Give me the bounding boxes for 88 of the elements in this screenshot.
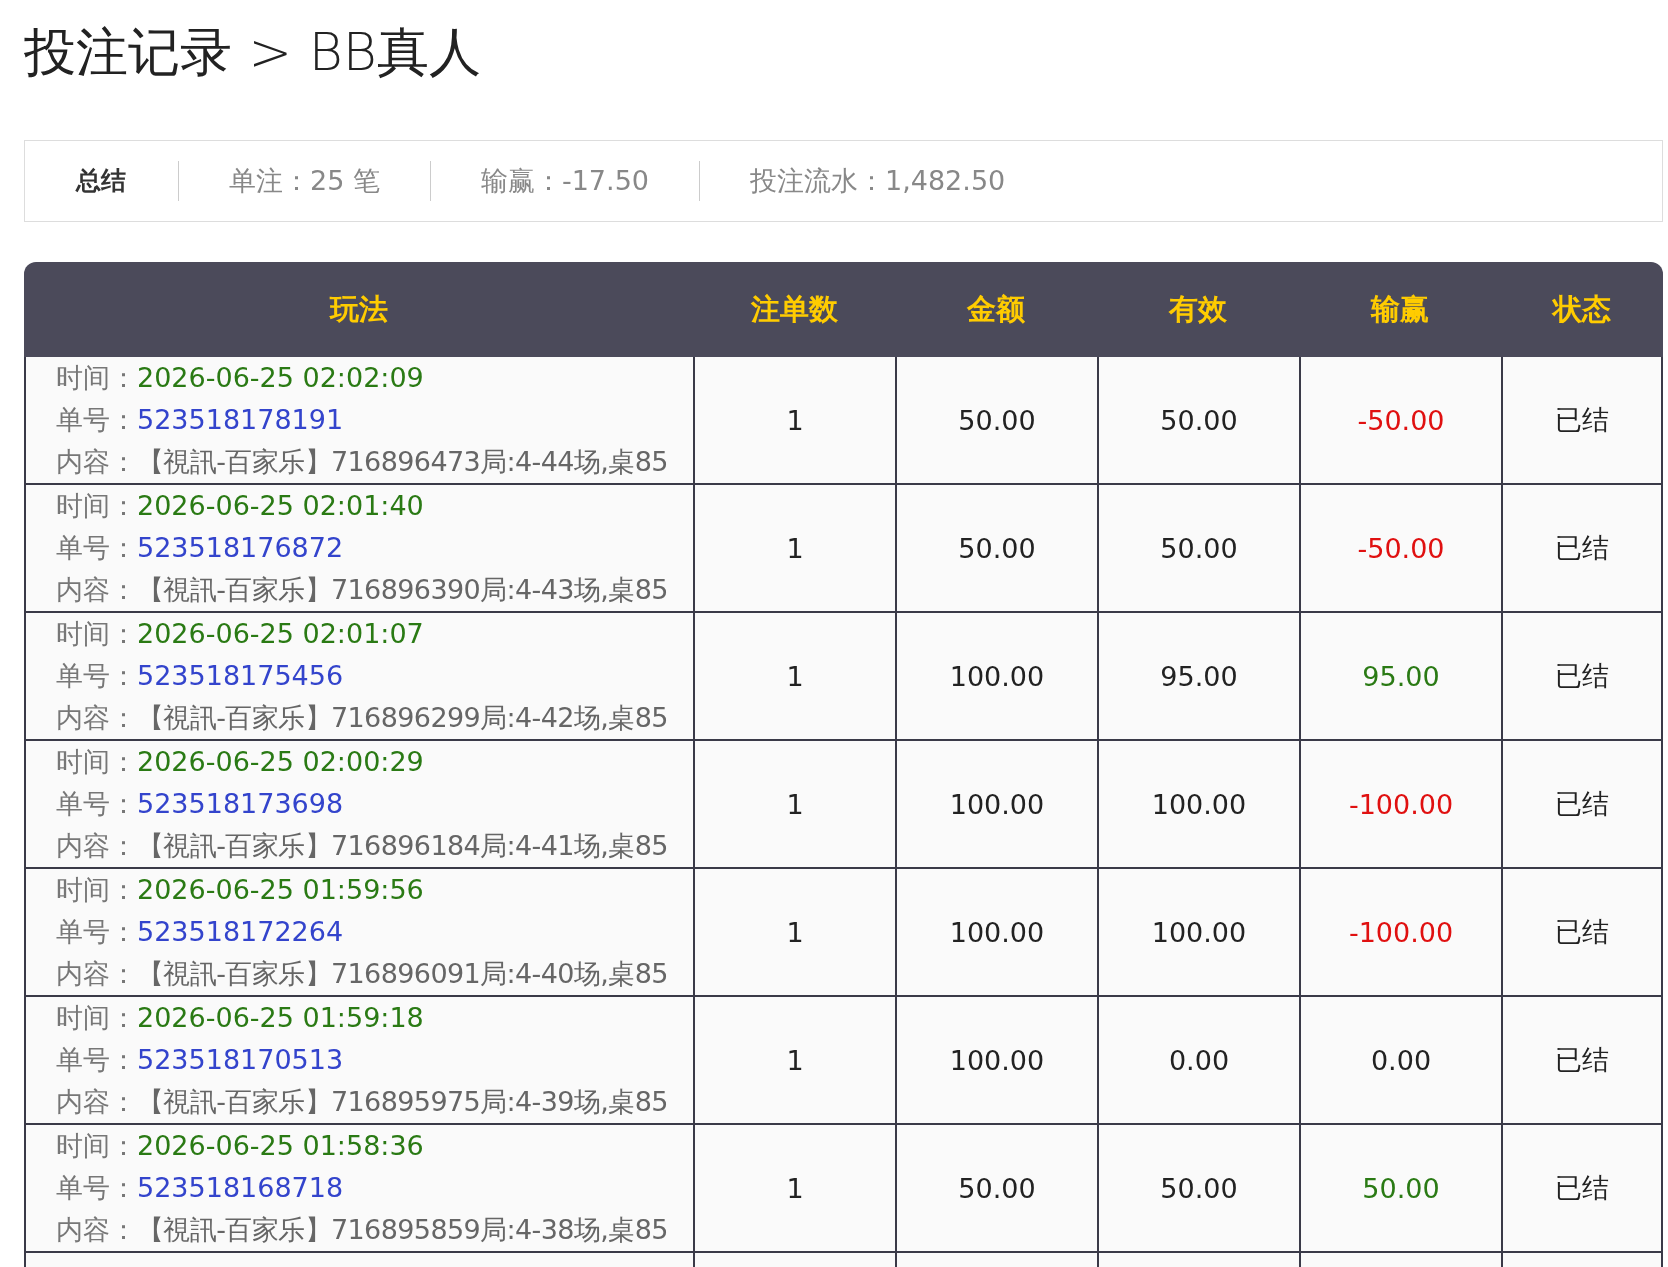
table-cell: 1 (786, 916, 804, 948)
table-cell: 50.00 (958, 1172, 1036, 1204)
page-title: 投注记录 > BB真人 (24, 21, 482, 84)
table-cell: 1 (786, 1044, 804, 1076)
field-label: 内容： (56, 574, 137, 605)
field-label: 单号： (56, 532, 137, 563)
table-cell-text: 已结 (1555, 1043, 1609, 1077)
bet-id-link[interactable]: 523518175456 (137, 660, 344, 691)
bet-time: 2026-06-25 02:01:07 (137, 618, 424, 649)
field-label: 时间： (56, 490, 137, 521)
column-header: 金额 (966, 290, 1026, 328)
table-cell-text: 已结 (1555, 915, 1609, 949)
bet-content: 【視訊-百家乐】716896299局:4-42场,桌85 (137, 702, 668, 733)
table-cell: -100.00 (1348, 916, 1454, 948)
summary-label: 总结 (25, 161, 179, 201)
bet-content: 【視訊-百家乐】716896390局:4-43场,桌85 (137, 574, 668, 605)
table-cell: 100.00 (949, 660, 1045, 692)
field-label: 时间： (56, 1002, 137, 1033)
field-label: 内容： (56, 446, 137, 477)
table-cell: 50.00 (958, 404, 1036, 436)
bet-content: 【視訊-百家乐】716896473局:4-44场,桌85 (137, 446, 668, 477)
table-cell: 50.00 (1160, 1172, 1238, 1204)
table-cell: 1 (786, 660, 804, 692)
bet-id-link[interactable]: 523518168718 (137, 1172, 344, 1203)
field-label: 单号： (56, 660, 137, 691)
bet-time: 2026-06-25 01:59:56 (137, 874, 424, 905)
field-label: 内容： (56, 1214, 137, 1245)
field-label: 时间： (56, 874, 137, 905)
bet-id-link[interactable]: 523518176872 (137, 532, 344, 563)
field-label: 内容： (56, 1086, 137, 1117)
table-cell: 1 (786, 1172, 804, 1204)
table-cell: 100.00 (949, 916, 1045, 948)
table-cell: -50.00 (1357, 404, 1445, 436)
field-label: 单号： (56, 1044, 137, 1075)
table-cell-text: 已结 (1555, 403, 1609, 437)
table-cell-text: 已结 (1555, 659, 1609, 693)
table-cell: 50.00 (1160, 532, 1238, 564)
bet-content: 【視訊-百家乐】716896091局:4-40场,桌85 (137, 958, 668, 989)
table-cell: -100.00 (1348, 788, 1454, 820)
column-header: 状态 (1550, 290, 1612, 328)
table-cell: -50.00 (1357, 532, 1445, 564)
summary-item: 投注流水：1,482.50 (749, 164, 1007, 198)
table-cell: 1 (786, 788, 804, 820)
bet-time: 2026-06-25 02:02:09 (137, 362, 424, 393)
bet-content: 【視訊-百家乐】716896184局:4-41场,桌85 (137, 830, 668, 861)
summary-item: 单注：25 笔 (179, 161, 431, 201)
table-cell: 50.00 (1362, 1172, 1440, 1204)
table-cell: 50.00 (1160, 404, 1238, 436)
bet-id-link[interactable]: 523518172264 (137, 916, 344, 947)
table-cell: 1 (786, 532, 804, 564)
table-cell: 1 (786, 404, 804, 436)
bet-content: 【視訊-百家乐】716895859局:4-38场,桌85 (137, 1214, 668, 1245)
field-label: 时间： (56, 1130, 137, 1161)
table-cell: 100.00 (1151, 916, 1247, 948)
table-cell: 100.00 (949, 788, 1045, 820)
table-cell: 50.00 (958, 532, 1036, 564)
table-cell: 95.00 (1160, 660, 1238, 692)
column-header: 有效 (1168, 290, 1228, 328)
column-header: 注单数 (749, 290, 839, 328)
table-cell: 0.00 (1168, 1044, 1230, 1076)
column-header: 输赢 (1369, 290, 1430, 328)
column-header: 玩法 (328, 290, 389, 328)
field-label: 单号： (56, 788, 137, 819)
bet-time: 2026-06-25 01:58:36 (137, 1130, 424, 1161)
bet-time: 2026-06-25 02:01:40 (137, 490, 424, 521)
field-label: 内容： (56, 830, 137, 861)
table-cell: 0.00 (1370, 1044, 1432, 1076)
table-cell: 95.00 (1362, 660, 1440, 692)
table-cell-text: 已结 (1555, 1171, 1609, 1205)
bet-id-link[interactable]: 523518173698 (137, 788, 344, 819)
field-label: 单号： (56, 916, 137, 947)
table-cell-text: 已结 (1555, 531, 1609, 565)
field-label: 时间： (56, 618, 137, 649)
summary-item: 输赢：-17.50 (430, 161, 700, 201)
field-label: 单号： (56, 404, 137, 435)
bet-content: 【視訊-百家乐】716895975局:4-39场,桌85 (137, 1086, 668, 1117)
field-label: 内容： (56, 958, 137, 989)
table-cell-text: 已结 (1555, 787, 1609, 821)
bet-id-link[interactable]: 523518170513 (137, 1044, 344, 1075)
bet-id-link[interactable]: 523518178191 (137, 404, 344, 435)
table-cell: 100.00 (1151, 788, 1247, 820)
field-label: 时间： (56, 746, 137, 777)
bet-time: 2026-06-25 02:00:29 (137, 746, 424, 777)
table-cell: 100.00 (949, 1044, 1045, 1076)
bet-time: 2026-06-25 01:59:18 (137, 1002, 424, 1033)
field-label: 单号： (56, 1172, 137, 1203)
field-label: 内容： (56, 702, 137, 733)
field-label: 时间： (56, 362, 137, 393)
